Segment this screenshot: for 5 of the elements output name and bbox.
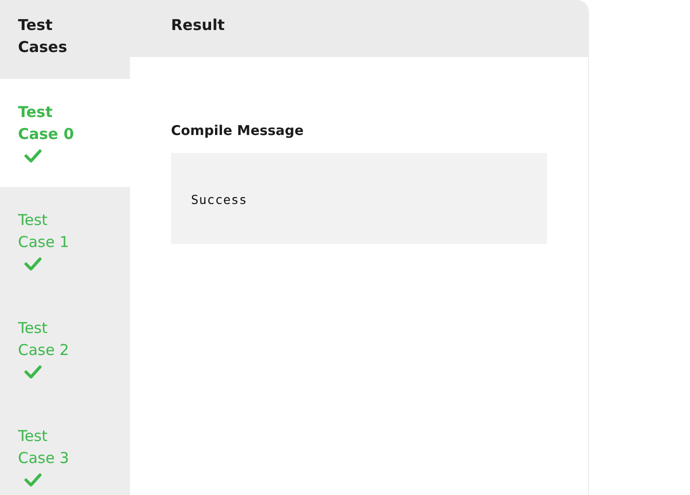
result-title: Result bbox=[171, 15, 225, 36]
compile-output: Success bbox=[171, 153, 547, 244]
section-heading: Compile Message bbox=[171, 122, 305, 141]
test-case-tab[interactable]: Test Case 0 bbox=[0, 79, 130, 187]
sidebar-title: Test Cases bbox=[18, 15, 68, 58]
